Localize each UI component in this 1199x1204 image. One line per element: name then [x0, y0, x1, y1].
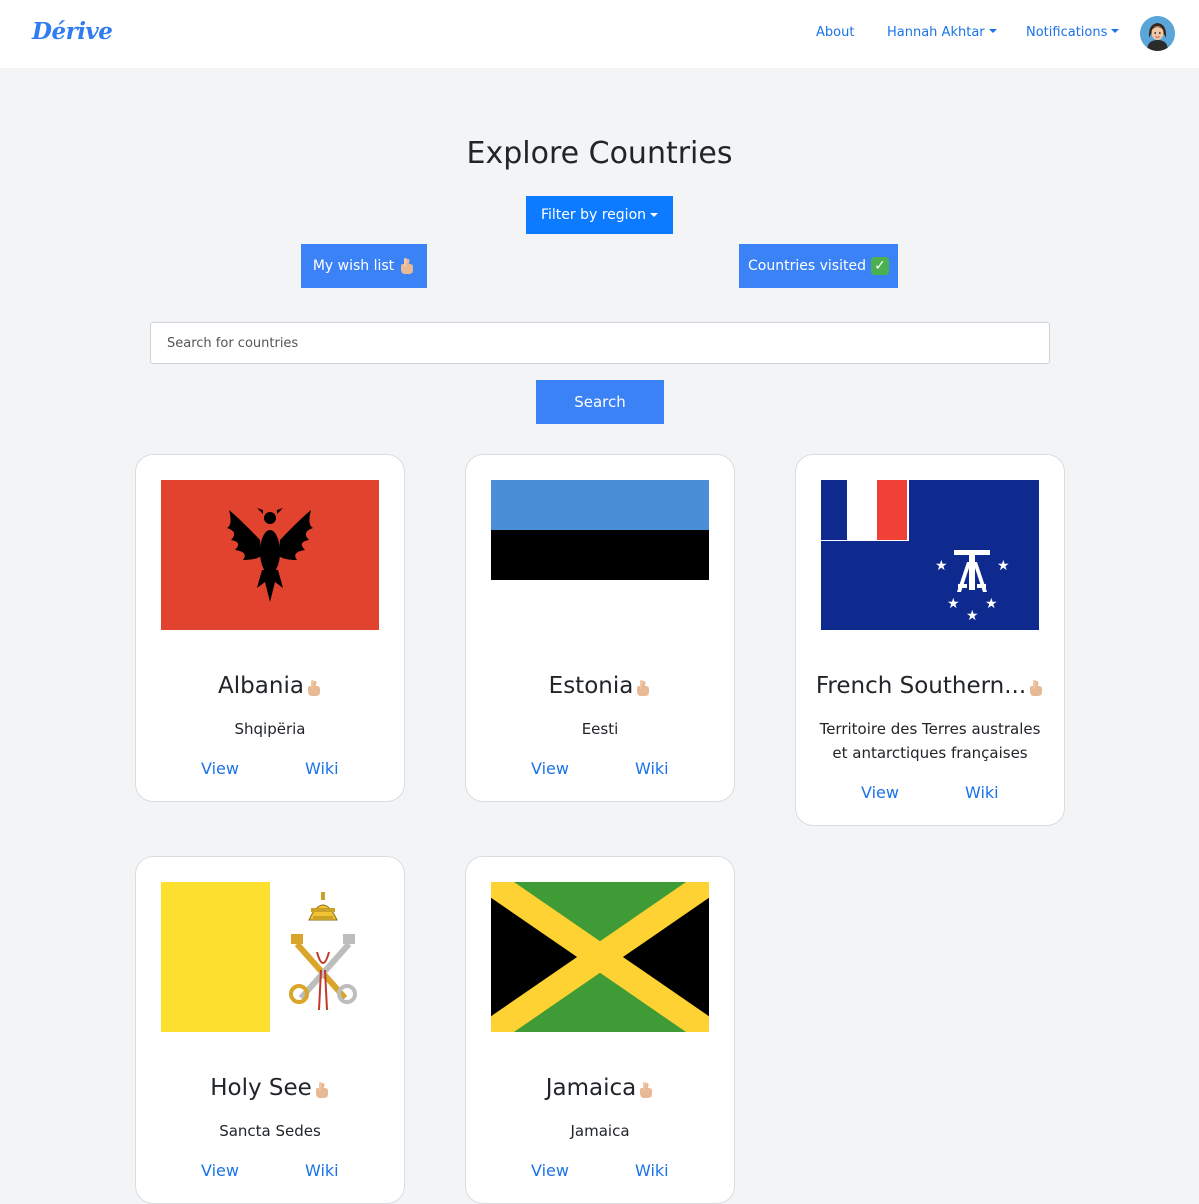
search-input[interactable]: [150, 322, 1050, 364]
top-navbar: Dérive About Hannah Akhtar Notifications: [0, 0, 1199, 68]
view-link[interactable]: View: [531, 759, 569, 778]
country-native-name: Territoire des Terres australes et antar…: [819, 720, 1041, 762]
country-native-name: Jamaica: [570, 1122, 630, 1140]
wiki-link[interactable]: Wiki: [635, 759, 669, 778]
chevron-down-icon: [988, 29, 997, 33]
country-name-text: Holy See: [210, 1075, 312, 1101]
chevron-down-icon: [650, 213, 659, 217]
svg-text:★: ★: [947, 596, 960, 612]
search-button[interactable]: Search: [536, 380, 664, 424]
country-native-name: Sancta Sedes: [219, 1122, 321, 1140]
albania-flag: [161, 480, 379, 630]
crossed-fingers-icon[interactable]: [306, 679, 322, 697]
svg-text:★: ★: [997, 558, 1010, 574]
view-link[interactable]: View: [201, 1161, 239, 1180]
crossed-fingers-icon[interactable]: [635, 679, 651, 697]
jamaica-flag: [491, 882, 709, 1032]
svg-text:★: ★: [985, 596, 998, 612]
country-name-text: Albania: [218, 673, 304, 699]
country-name: Albania: [136, 673, 404, 699]
filter-by-region-button[interactable]: Filter by region: [526, 196, 673, 234]
user-avatar-icon: [1140, 16, 1175, 51]
crossed-fingers-icon[interactable]: [314, 1081, 330, 1099]
countries-visited-label: Countries visited: [748, 258, 866, 274]
wiki-link[interactable]: Wiki: [965, 783, 999, 802]
crossed-fingers-icon: [401, 258, 414, 274]
filter-by-region-label: Filter by region: [540, 207, 647, 223]
country-card-french-southern-territories: ★ ★ ★ ★ ★ French Southern... Territoire …: [795, 454, 1065, 826]
country-name-text: Jamaica: [545, 1075, 637, 1101]
nav-user-label: Hannah Akhtar: [887, 25, 985, 40]
page-title: Explore Countries: [466, 136, 733, 171]
country-name: Estonia: [466, 673, 734, 699]
country-card-holy-see: Holy See Sancta Sedes View Wiki: [135, 856, 405, 1204]
crossed-fingers-icon[interactable]: [638, 1081, 654, 1099]
wish-list-button[interactable]: My wish list: [301, 244, 427, 288]
wiki-link[interactable]: Wiki: [305, 1161, 339, 1180]
countries-visited-button[interactable]: Countries visited ✓: [739, 244, 898, 288]
wish-list-label: My wish list: [312, 258, 395, 274]
country-native-name: Shqipëria: [234, 720, 306, 738]
wiki-link[interactable]: Wiki: [305, 759, 339, 778]
country-name: Holy See: [136, 1075, 404, 1101]
nav-about-link[interactable]: About: [816, 25, 854, 40]
check-mark-icon: ✓: [870, 257, 889, 275]
nav-notifications-dropdown[interactable]: Notifications: [1026, 25, 1120, 40]
view-link[interactable]: View: [861, 783, 899, 802]
country-card-jamaica: Jamaica Jamaica View Wiki: [465, 856, 735, 1204]
view-link[interactable]: View: [201, 759, 239, 778]
country-card-albania: Albania Shqipëria View Wiki: [135, 454, 405, 802]
view-link[interactable]: View: [531, 1161, 569, 1180]
country-name-text: French Southern...: [815, 673, 1027, 699]
country-name: Jamaica: [466, 1075, 734, 1101]
svg-text:★: ★: [935, 558, 948, 574]
country-card-estonia: Estonia Eesti View Wiki: [465, 454, 735, 802]
wiki-link[interactable]: Wiki: [635, 1161, 669, 1180]
chevron-down-icon: [1111, 29, 1120, 33]
holy-see-flag: [161, 882, 379, 1032]
french-southern-territories-flag: ★ ★ ★ ★ ★: [821, 480, 1039, 630]
brand-logo[interactable]: Dérive: [32, 18, 113, 45]
estonia-flag: [491, 480, 709, 630]
nav-notifications-label: Notifications: [1026, 25, 1108, 40]
avatar[interactable]: [1140, 16, 1175, 51]
svg-text:★: ★: [966, 608, 979, 624]
country-native-name: Eesti: [581, 720, 619, 738]
country-name: French Southern...: [796, 673, 1064, 699]
nav-user-dropdown[interactable]: Hannah Akhtar: [887, 25, 997, 40]
crossed-fingers-icon[interactable]: [1028, 679, 1044, 697]
country-name-text: Estonia: [548, 673, 634, 699]
